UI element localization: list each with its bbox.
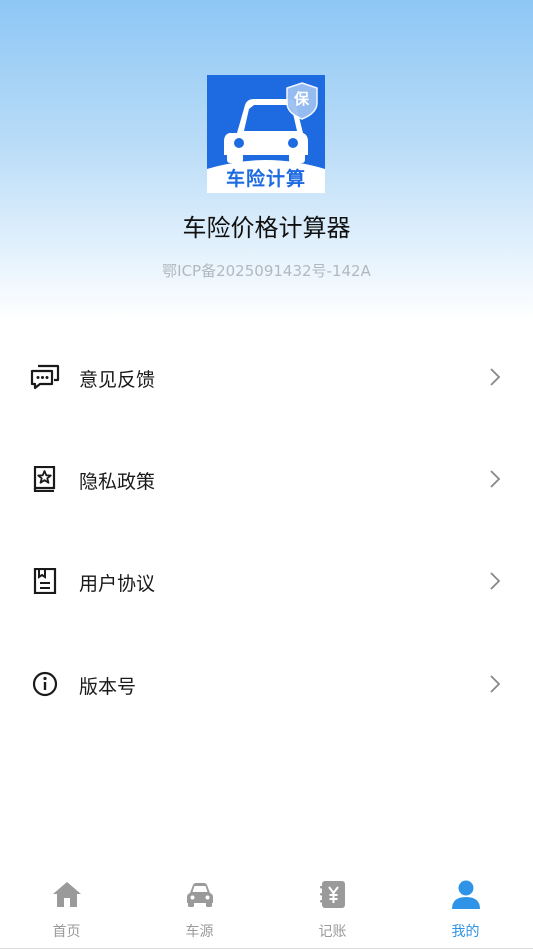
profile-header: 保 车险计算 车险价格计算器 鄂ICP备2025091432号-142A xyxy=(0,0,533,320)
tab-label-ledger: 记账 xyxy=(318,924,347,940)
user-icon xyxy=(452,880,480,909)
tab-home[interactable]: 首页 xyxy=(0,868,133,948)
tab-label-car-source: 车源 xyxy=(185,924,214,940)
bottom-tab-bar: 首页 车源 记账 我的 xyxy=(0,868,533,949)
privacy-book-icon xyxy=(33,466,56,492)
car-icon xyxy=(187,883,213,907)
menu-item-user-agreement[interactable]: 用户协议 xyxy=(0,546,533,616)
menu-item-privacy[interactable]: 隐私政策 xyxy=(0,444,533,514)
tab-label-home: 首页 xyxy=(52,924,81,940)
info-icon xyxy=(32,671,58,697)
menu-item-version[interactable]: 版本号 xyxy=(0,649,533,719)
tab-mine[interactable]: 我的 xyxy=(399,868,532,948)
chevron-right-icon xyxy=(490,675,501,693)
menu-label-version: 版本号 xyxy=(79,676,137,698)
feedback-chat-icon xyxy=(30,364,60,390)
tab-label-mine: 我的 xyxy=(451,924,480,940)
menu-label-user-agreement: 用户协议 xyxy=(79,573,156,595)
tab-ledger[interactable]: 记账 xyxy=(266,868,399,948)
menu-label-feedback: 意见反馈 xyxy=(79,369,156,391)
home-icon xyxy=(53,882,81,907)
chevron-right-icon xyxy=(490,572,501,590)
menu-item-feedback[interactable]: 意见反馈 xyxy=(0,342,533,412)
icp-number: 鄂ICP备2025091432号-142A xyxy=(162,262,371,280)
user-agreement-icon xyxy=(33,568,57,594)
chevron-right-icon xyxy=(490,368,501,386)
ledger-icon xyxy=(320,881,345,908)
app-title: 车险价格计算器 xyxy=(182,214,351,242)
logo-badge-text: 保 xyxy=(294,90,310,108)
chevron-right-icon xyxy=(490,470,501,488)
app-logo: 保 车险计算 xyxy=(207,75,325,193)
tab-car-source[interactable]: 车源 xyxy=(133,868,266,948)
logo-text: 车险计算 xyxy=(225,168,306,190)
menu-label-privacy: 隐私政策 xyxy=(79,471,156,493)
